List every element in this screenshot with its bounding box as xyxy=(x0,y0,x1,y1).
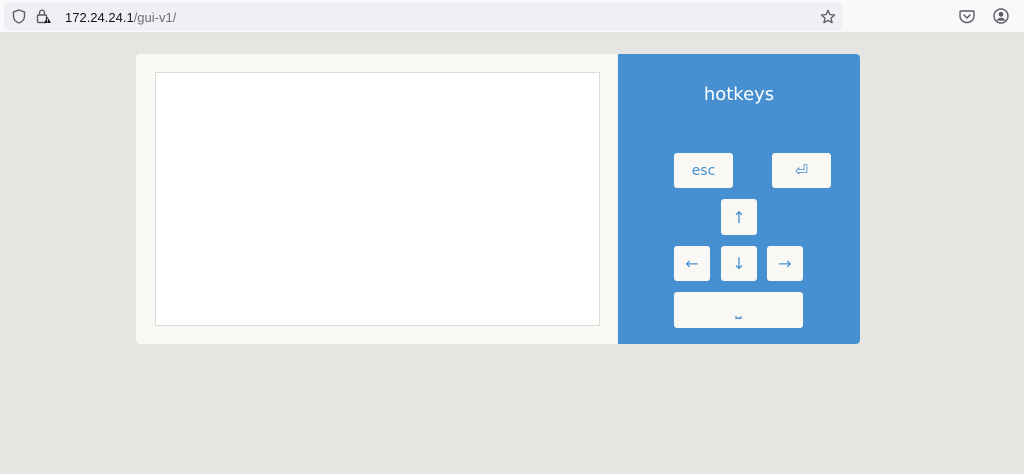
pocket-icon[interactable] xyxy=(959,9,975,24)
left-key[interactable]: ← xyxy=(674,246,710,281)
hotkeys-panel: hotkeys esc ⏎ ↑ ← ↓ → ⎵ xyxy=(618,54,860,344)
lock-warning-icon[interactable] xyxy=(36,9,52,24)
space-key[interactable]: ⎵ xyxy=(674,292,803,328)
browser-toolbar: 172.24.24.1/gui-v1/ xyxy=(0,0,1024,33)
account-icon[interactable] xyxy=(993,8,1009,24)
url-path: /gui-v1/ xyxy=(133,10,177,25)
main-card: hotkeys esc ⏎ ↑ ← ↓ → ⎵ xyxy=(136,54,860,344)
esc-key[interactable]: esc xyxy=(674,153,733,188)
url-bar[interactable]: 172.24.24.1/gui-v1/ xyxy=(4,2,842,31)
right-key[interactable]: → xyxy=(767,246,803,281)
down-key[interactable]: ↓ xyxy=(721,246,757,281)
enter-key[interactable]: ⏎ xyxy=(772,153,831,188)
hotkeys-title: hotkeys xyxy=(703,84,775,105)
star-icon[interactable] xyxy=(820,9,836,25)
shield-icon[interactable] xyxy=(12,9,26,24)
display-screen[interactable] xyxy=(155,72,600,326)
url-text[interactable]: 172.24.24.1/gui-v1/ xyxy=(65,10,176,26)
up-key[interactable]: ↑ xyxy=(721,199,757,235)
url-host: 172.24.24.1 xyxy=(65,10,134,25)
